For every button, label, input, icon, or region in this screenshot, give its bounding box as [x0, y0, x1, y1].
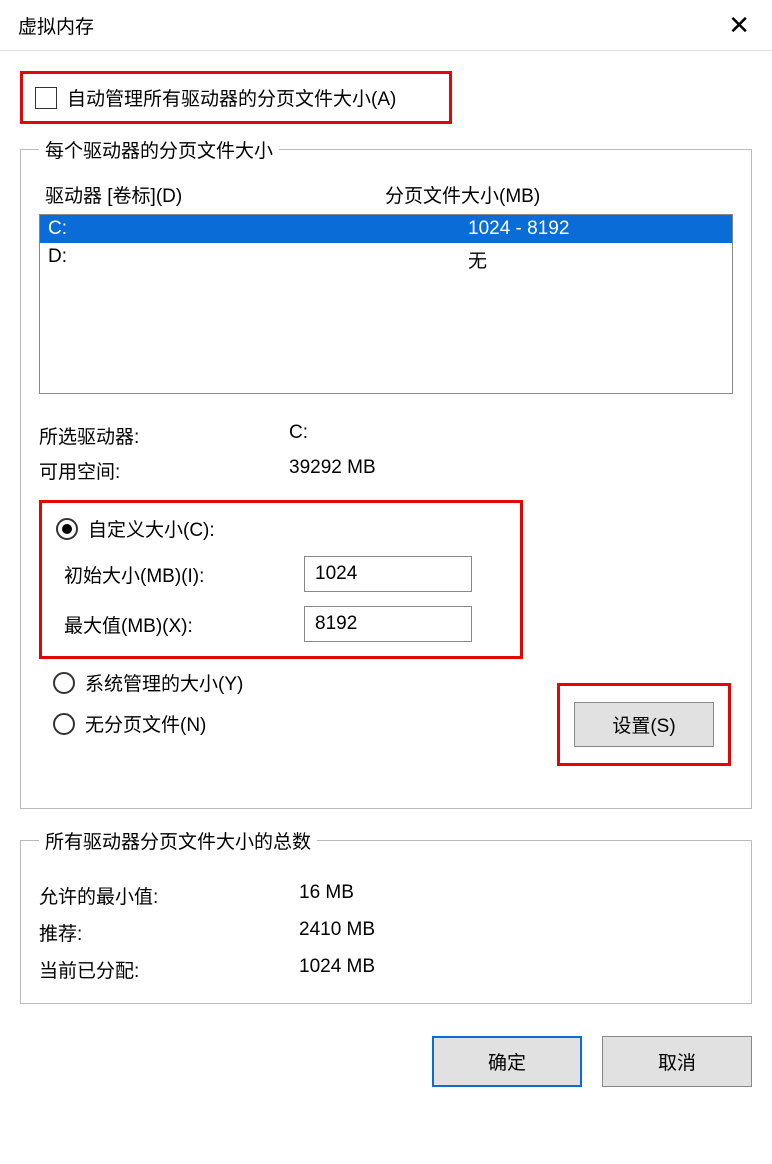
drive-size: 1024 - 8192	[468, 218, 569, 240]
no-paging-radio[interactable]	[53, 713, 75, 735]
dialog-buttons: 确定 取消	[0, 1036, 772, 1087]
free-space-label: 可用空间:	[39, 457, 289, 484]
auto-manage-checkbox-row[interactable]: 自动管理所有驱动器的分页文件大小(A)	[20, 71, 452, 124]
selected-drive-label: 所选驱动器:	[39, 422, 289, 449]
custom-size-radio-label: 自定义大小(C):	[88, 515, 215, 542]
drive-header-name: 驱动器 [卷标](D)	[45, 181, 385, 208]
drive-name: D:	[48, 246, 468, 273]
custom-size-highlight: 自定义大小(C): 初始大小(MB)(I): 最大值(MB)(X):	[39, 500, 523, 659]
custom-size-radio-row[interactable]: 自定义大小(C):	[56, 515, 506, 542]
totals-min-value: 16 MB	[299, 882, 354, 909]
free-space-value: 39292 MB	[289, 457, 376, 484]
totals-min-row: 允许的最小值: 16 MB	[39, 882, 733, 909]
system-managed-radio-label: 系统管理的大小(Y)	[85, 669, 243, 696]
auto-manage-label: 自动管理所有驱动器的分页文件大小(A)	[67, 84, 396, 111]
set-button[interactable]: 设置(S)	[574, 702, 714, 747]
per-drive-fieldset: 每个驱动器的分页文件大小 驱动器 [卷标](D) 分页文件大小(MB) C: 1…	[20, 136, 752, 809]
drive-list[interactable]: C: 1024 - 8192 D: 无	[39, 214, 733, 394]
totals-recommended-label: 推荐:	[39, 919, 299, 946]
totals-recommended-value: 2410 MB	[299, 919, 375, 946]
drive-row-d[interactable]: D: 无	[40, 243, 732, 276]
cancel-button[interactable]: 取消	[602, 1036, 752, 1087]
no-paging-radio-label: 无分页文件(N)	[85, 710, 206, 737]
set-button-highlight: 设置(S)	[557, 683, 731, 766]
window-title: 虚拟内存	[18, 12, 94, 39]
selected-drive-value: C:	[289, 422, 308, 449]
max-size-input[interactable]	[304, 606, 472, 642]
initial-size-row: 初始大小(MB)(I):	[56, 556, 506, 592]
drive-list-headers: 驱动器 [卷标](D) 分页文件大小(MB)	[39, 181, 733, 214]
totals-min-label: 允许的最小值:	[39, 882, 299, 909]
totals-current-row: 当前已分配: 1024 MB	[39, 956, 733, 983]
selected-drive-section: 所选驱动器: C: 可用空间: 39292 MB	[39, 422, 733, 484]
initial-size-input[interactable]	[304, 556, 472, 592]
drive-row-c[interactable]: C: 1024 - 8192	[40, 215, 732, 243]
drive-size: 无	[468, 246, 487, 273]
totals-legend: 所有驱动器分页文件大小的总数	[39, 827, 317, 854]
totals-recommended-row: 推荐: 2410 MB	[39, 919, 733, 946]
close-icon[interactable]: ✕	[720, 10, 758, 40]
totals-current-label: 当前已分配:	[39, 956, 299, 983]
per-drive-legend: 每个驱动器的分页文件大小	[39, 136, 279, 163]
initial-size-label: 初始大小(MB)(I):	[64, 561, 304, 588]
drive-header-size: 分页文件大小(MB)	[385, 181, 540, 208]
max-size-label: 最大值(MB)(X):	[64, 611, 304, 638]
drive-name: C:	[48, 218, 468, 240]
selected-drive-row: 所选驱动器: C:	[39, 422, 733, 449]
custom-size-radio[interactable]	[56, 518, 78, 540]
dialog-content: 自动管理所有驱动器的分页文件大小(A) 每个驱动器的分页文件大小 驱动器 [卷标…	[0, 51, 772, 1036]
auto-manage-checkbox[interactable]	[35, 87, 57, 109]
free-space-row: 可用空间: 39292 MB	[39, 457, 733, 484]
titlebar: 虚拟内存 ✕	[0, 0, 772, 51]
ok-button[interactable]: 确定	[432, 1036, 582, 1087]
totals-fieldset: 所有驱动器分页文件大小的总数 允许的最小值: 16 MB 推荐: 2410 MB…	[20, 827, 752, 1004]
max-size-row: 最大值(MB)(X):	[56, 606, 506, 642]
system-managed-radio[interactable]	[53, 672, 75, 694]
totals-current-value: 1024 MB	[299, 956, 375, 983]
